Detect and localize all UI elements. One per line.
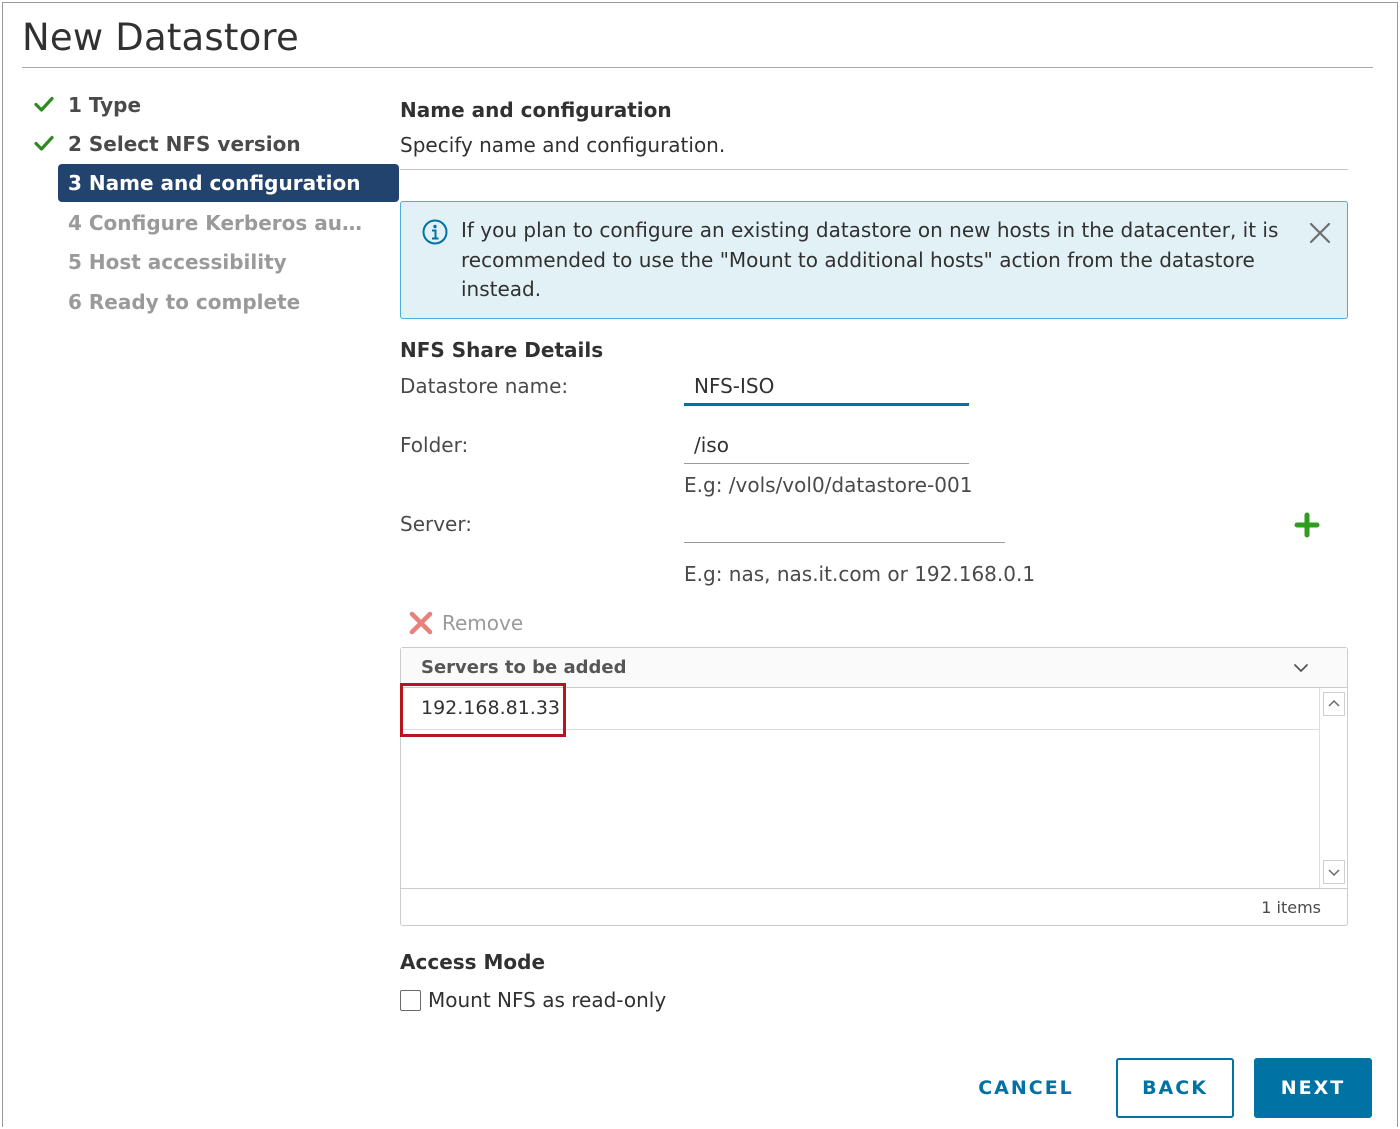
page-heading: Name and configuration xyxy=(400,98,672,122)
step-configure-kerberos: 4 Configure Kerberos auth... xyxy=(30,204,370,242)
read-only-checkbox-row[interactable]: Mount NFS as read-only xyxy=(400,988,666,1012)
server-hint: E.g: nas, nas.it.com or 192.168.0.1 xyxy=(684,562,1036,586)
chevron-up-icon xyxy=(1328,699,1340,707)
step-label: 6 Ready to complete xyxy=(68,290,301,314)
step-label: 3 Name and configuration xyxy=(68,171,361,195)
datagrid-scrollbar[interactable] xyxy=(1319,688,1347,888)
step-host-accessibility: 5 Host accessibility xyxy=(30,243,370,281)
alert-text: If you plan to configure an existing dat… xyxy=(461,218,1279,301)
close-icon[interactable] xyxy=(1305,218,1335,248)
server-label: Server: xyxy=(400,512,472,536)
step-ready-to-complete: 6 Ready to complete xyxy=(30,283,370,321)
remove-label: Remove xyxy=(442,611,524,635)
step-label: 1 Type xyxy=(68,93,142,117)
table-row[interactable]: 192.168.81.33 xyxy=(401,688,1319,730)
datagrid-header: Servers to be added xyxy=(401,648,1347,688)
step-label: 2 Select NFS version xyxy=(68,132,301,156)
access-mode-heading: Access Mode xyxy=(400,950,546,974)
back-button[interactable]: BACK xyxy=(1116,1058,1234,1118)
page-subheading: Specify name and configuration. xyxy=(400,133,726,157)
folder-input[interactable] xyxy=(684,426,969,464)
servers-datagrid: Servers to be added 192.168.81.33 1 item… xyxy=(400,647,1348,926)
server-input[interactable] xyxy=(684,505,1005,543)
cancel-button[interactable]: CANCEL xyxy=(966,1058,1086,1118)
datastore-name-label: Datastore name: xyxy=(400,374,569,398)
datagrid-body: 192.168.81.33 xyxy=(401,688,1319,888)
remove-button[interactable]: Remove xyxy=(408,608,523,638)
read-only-checkbox[interactable] xyxy=(400,989,421,1011)
column-header-servers[interactable]: Servers to be added xyxy=(421,657,626,678)
add-server-icon[interactable] xyxy=(1294,512,1320,538)
step-type[interactable]: 1 Type xyxy=(30,86,370,124)
scroll-down-button[interactable] xyxy=(1323,860,1345,884)
checkmark-icon xyxy=(34,96,54,112)
server-cell: 192.168.81.33 xyxy=(421,697,561,719)
remove-icon xyxy=(409,611,433,635)
next-button[interactable]: NEXT xyxy=(1254,1058,1372,1118)
folder-hint: E.g: /vols/vol0/datastore-001 xyxy=(684,473,973,497)
chevron-down-icon[interactable] xyxy=(1291,658,1311,678)
step-select-nfs-version[interactable]: 2 Select NFS version xyxy=(30,125,370,163)
dialog-title: New Datastore xyxy=(22,16,299,59)
datastore-name-input[interactable] xyxy=(684,368,969,406)
section-divider xyxy=(400,169,1348,170)
title-divider xyxy=(22,67,1373,68)
scroll-up-button[interactable] xyxy=(1323,692,1345,716)
item-count: 1 items xyxy=(1261,898,1321,917)
nfs-share-details-heading: NFS Share Details xyxy=(400,338,604,362)
read-only-checkbox-label: Mount NFS as read-only xyxy=(428,988,667,1012)
info-icon xyxy=(422,219,448,245)
datagrid-footer: 1 items xyxy=(401,888,1347,925)
step-label: 5 Host accessibility xyxy=(68,250,287,274)
info-alert: If you plan to configure an existing dat… xyxy=(400,201,1348,319)
chevron-down-icon xyxy=(1328,869,1340,877)
folder-label: Folder: xyxy=(400,433,469,457)
checkmark-icon xyxy=(34,135,54,151)
step-name-and-configuration[interactable]: 3 Name and configuration xyxy=(58,164,399,202)
step-label: 4 Configure Kerberos auth... xyxy=(68,211,363,235)
